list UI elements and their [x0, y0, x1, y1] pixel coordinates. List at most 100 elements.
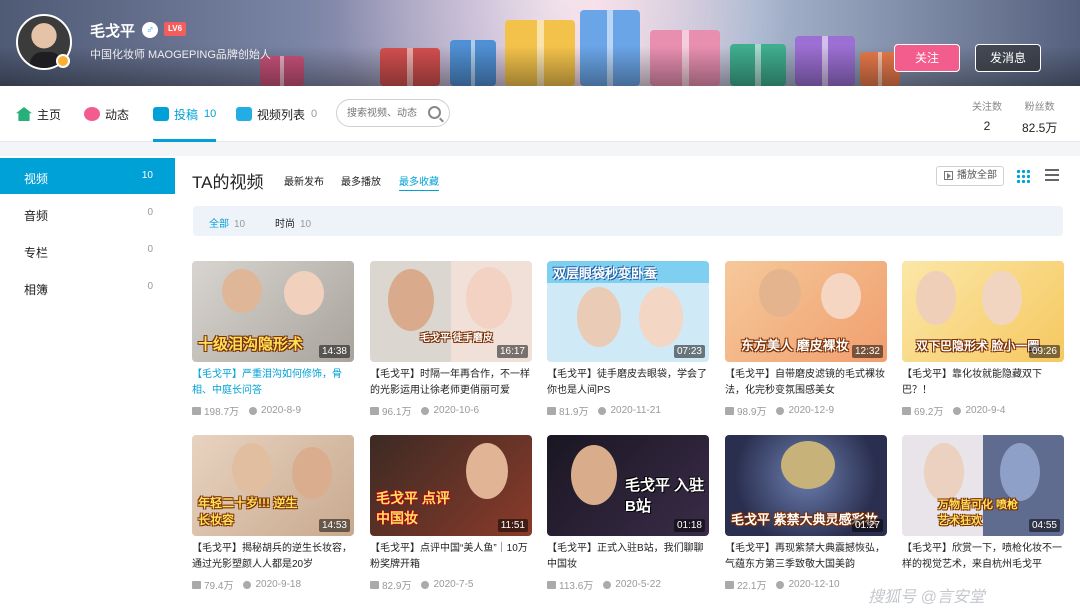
- sort-tab-latest[interactable]: 最新发布: [284, 173, 324, 188]
- video-thumbnail[interactable]: 毛戈平 徒手磨皮 16:17: [370, 261, 532, 362]
- video-thumbnail[interactable]: 双层眼袋秒变卧蚕 07:23: [547, 261, 709, 362]
- video-thumbnail[interactable]: 毛戈平 紫禁大典灵感彩妆 01:27: [725, 435, 887, 536]
- verified-badge-icon: [56, 54, 70, 68]
- video-card[interactable]: 东方美人 磨皮裸妆 12:32 【毛戈平】自带磨皮滤镜的毛式裸妆法，化完秒变氛围…: [725, 261, 887, 421]
- video-meta: 82.9万 2020-7-5: [370, 577, 474, 592]
- clock-icon: [953, 406, 962, 415]
- video-title[interactable]: 【毛戈平】正式入驻B站，我们聊聊中国妆: [547, 541, 709, 573]
- thumbnail-caption: 毛戈平 入驻B站: [625, 477, 705, 515]
- page-title: TA的视频: [192, 173, 264, 192]
- thumbnail-caption: 年轻二十岁!!! 逆生长妆容: [198, 496, 298, 527]
- video-title[interactable]: 【毛戈平】严重泪沟如何修饰，骨相、中庭长问答: [192, 367, 354, 399]
- level-badge: LV6: [164, 22, 187, 36]
- video-title[interactable]: 【毛戈平】揭秘胡兵的逆生长妆容，通过光影塑颜人人都是20岁: [192, 541, 354, 573]
- category-filter-bar: 全部 10 时尚 10: [193, 206, 1063, 236]
- video-thumbnail[interactable]: 毛戈平 入驻B站 01:18: [547, 435, 709, 536]
- video-duration: 01:27: [851, 519, 883, 532]
- video-card[interactable]: 十级泪沟隐形术 14:38 【毛戈平】严重泪沟如何修饰，骨相、中庭长问答 198…: [192, 261, 354, 421]
- profile-nav: 主页 动态 投稿 10 视频列表 0: [0, 86, 1080, 142]
- video-title[interactable]: 【毛戈平】徒手磨皮去眼袋，学会了你也是人间PS: [547, 367, 709, 399]
- sidebar-item-video[interactable]: 视频 10: [0, 158, 175, 194]
- play-count: 198.7万: [204, 407, 240, 418]
- video-thumbnail[interactable]: 东方美人 磨皮裸妆 12:32: [725, 261, 887, 362]
- tab-dynamic[interactable]: 动态: [84, 104, 129, 124]
- tab-playlist[interactable]: 视频列表 0: [236, 104, 317, 124]
- watermark: 搜狐号 @言安堂: [868, 589, 985, 606]
- video-duration: 16:17: [496, 345, 528, 358]
- play-count: 81.9万: [559, 407, 589, 418]
- video-card[interactable]: 毛戈平 入驻B站 01:18 【毛戈平】正式入驻B站，我们聊聊中国妆 113.6…: [547, 435, 709, 595]
- video-card[interactable]: 双层眼袋秒变卧蚕 07:23 【毛戈平】徒手磨皮去眼袋，学会了你也是人间PS 8…: [547, 261, 709, 421]
- clock-icon: [421, 580, 430, 589]
- video-thumbnail[interactable]: 毛戈平 点评 中国妆 11:51: [370, 435, 532, 536]
- video-card[interactable]: 双下巴隐形术 脸小一圈 09:26 【毛戈平】靠化妆就能隐藏双下巴？！ 69.2…: [902, 261, 1064, 421]
- sidebar-item-count: 0: [147, 244, 153, 255]
- publish-date: 2020-11-21: [610, 405, 661, 416]
- fans-stat[interactable]: 粉丝数 82.5万: [1022, 98, 1057, 136]
- video-card[interactable]: 毛戈平 徒手磨皮 16:17 【毛戈平】时隔一年再合作，不一样的光影运用让徐老师…: [370, 261, 532, 421]
- sidebar-item-label: 专栏: [24, 246, 49, 260]
- video-meta: 113.6万 2020-5-22: [547, 577, 661, 592]
- sidebar-item-album[interactable]: 相簿 0: [0, 269, 175, 305]
- play-count-icon: [192, 580, 201, 589]
- video-title[interactable]: 【毛戈平】点评中国“美人鱼”｜10万粉奖牌开箱: [370, 541, 532, 573]
- list-view-icon[interactable]: [1045, 169, 1059, 182]
- play-all-button[interactable]: 播放全部: [936, 166, 1004, 186]
- video-meta: 98.9万 2020-12-9: [725, 403, 834, 418]
- video-meta: 198.7万 2020-8-9: [192, 403, 301, 418]
- sidebar: 视频 10 音频 0 专栏 0 相簿 0: [0, 156, 175, 616]
- send-message-button[interactable]: 发消息: [975, 44, 1041, 72]
- filter-count: 10: [300, 219, 312, 230]
- grid-view-icon[interactable]: [1016, 169, 1030, 183]
- following-value: 2: [983, 119, 991, 133]
- tab-posts[interactable]: 投稿 10: [153, 104, 217, 142]
- video-title[interactable]: 【毛戈平】再现紫禁大典震撼恢弘，气蕴东方第三季致敬大国美韵: [725, 541, 887, 573]
- play-count: 82.9万: [382, 581, 412, 592]
- fans-label: 粉丝数: [1024, 102, 1055, 113]
- following-stat[interactable]: 关注数 2: [972, 98, 1002, 133]
- search-input[interactable]: [347, 105, 429, 121]
- following-label: 关注数: [972, 102, 1002, 113]
- thumbnail-caption: 双层眼袋秒变卧蚕: [553, 266, 658, 281]
- tab-playlist-count: 0: [311, 108, 318, 120]
- video-card[interactable]: 万物皆可化 喷枪艺术狂欢 04:55 【毛戈平】欣赏一下，喷枪化妆不一样的视觉艺…: [902, 435, 1064, 595]
- filter-all[interactable]: 全部 10: [209, 215, 245, 230]
- user-name: 毛戈平: [90, 23, 136, 40]
- video-card[interactable]: 年轻二十岁!!! 逆生长妆容 14:53 【毛戈平】揭秘胡兵的逆生长妆容，通过光…: [192, 435, 354, 595]
- clock-icon: [243, 580, 252, 589]
- video-card[interactable]: 毛戈平 点评 中国妆 11:51 【毛戈平】点评中国“美人鱼”｜10万粉奖牌开箱…: [370, 435, 532, 595]
- video-thumbnail[interactable]: 双下巴隐形术 脸小一圈 09:26: [902, 261, 1064, 362]
- video-thumbnail[interactable]: 万物皆可化 喷枪艺术狂欢 04:55: [902, 435, 1064, 536]
- sort-tab-most-played[interactable]: 最多播放: [341, 173, 381, 188]
- clock-icon: [776, 406, 785, 415]
- video-thumbnail[interactable]: 年轻二十岁!!! 逆生长妆容 14:53: [192, 435, 354, 536]
- sort-tab-most-favorited[interactable]: 最多收藏: [399, 173, 439, 191]
- thumbnail-caption: 十级泪沟隐形术: [198, 336, 304, 353]
- video-title[interactable]: 【毛戈平】自带磨皮滤镜的毛式裸妆法，化完秒变氛围感美女: [725, 367, 887, 399]
- filter-fashion[interactable]: 时尚 10: [275, 215, 311, 230]
- tab-playlist-label: 视频列表: [257, 107, 306, 122]
- video-thumbnail[interactable]: 十级泪沟隐形术 14:38: [192, 261, 354, 362]
- publish-date: 2020-7-5: [433, 579, 474, 590]
- clock-icon: [249, 406, 258, 415]
- play-count-icon: [725, 406, 734, 415]
- tab-home[interactable]: 主页: [16, 104, 61, 124]
- video-card[interactable]: 毛戈平 紫禁大典灵感彩妆 01:27 【毛戈平】再现紫禁大典震撼恢弘，气蕴东方第…: [725, 435, 887, 595]
- follow-button[interactable]: 关注: [894, 44, 960, 72]
- video-title[interactable]: 【毛戈平】时隔一年再合作，不一样的光影运用让徐老师更俏丽可爱: [370, 367, 532, 399]
- sidebar-item-column[interactable]: 专栏 0: [0, 232, 175, 268]
- publish-date: 2020-12-9: [788, 405, 835, 416]
- play-count-icon: [902, 406, 911, 415]
- sidebar-item-audio[interactable]: 音频 0: [0, 195, 175, 231]
- play-count-icon: [547, 406, 556, 415]
- search-icon[interactable]: [428, 106, 441, 119]
- play-count-icon: [725, 580, 734, 589]
- video-title[interactable]: 【毛戈平】靠化妆就能隐藏双下巴？！: [902, 367, 1064, 399]
- publish-date: 2020-12-10: [788, 579, 840, 590]
- play-count-icon: [370, 406, 379, 415]
- video-duration: 01:18: [673, 519, 705, 532]
- filter-count: 10: [234, 219, 246, 230]
- play-count: 98.9万: [737, 407, 767, 418]
- search-box: [336, 99, 450, 127]
- video-title[interactable]: 【毛戈平】欣赏一下，喷枪化妆不一样的视觉艺术，来自杭州毛戈平: [902, 541, 1064, 573]
